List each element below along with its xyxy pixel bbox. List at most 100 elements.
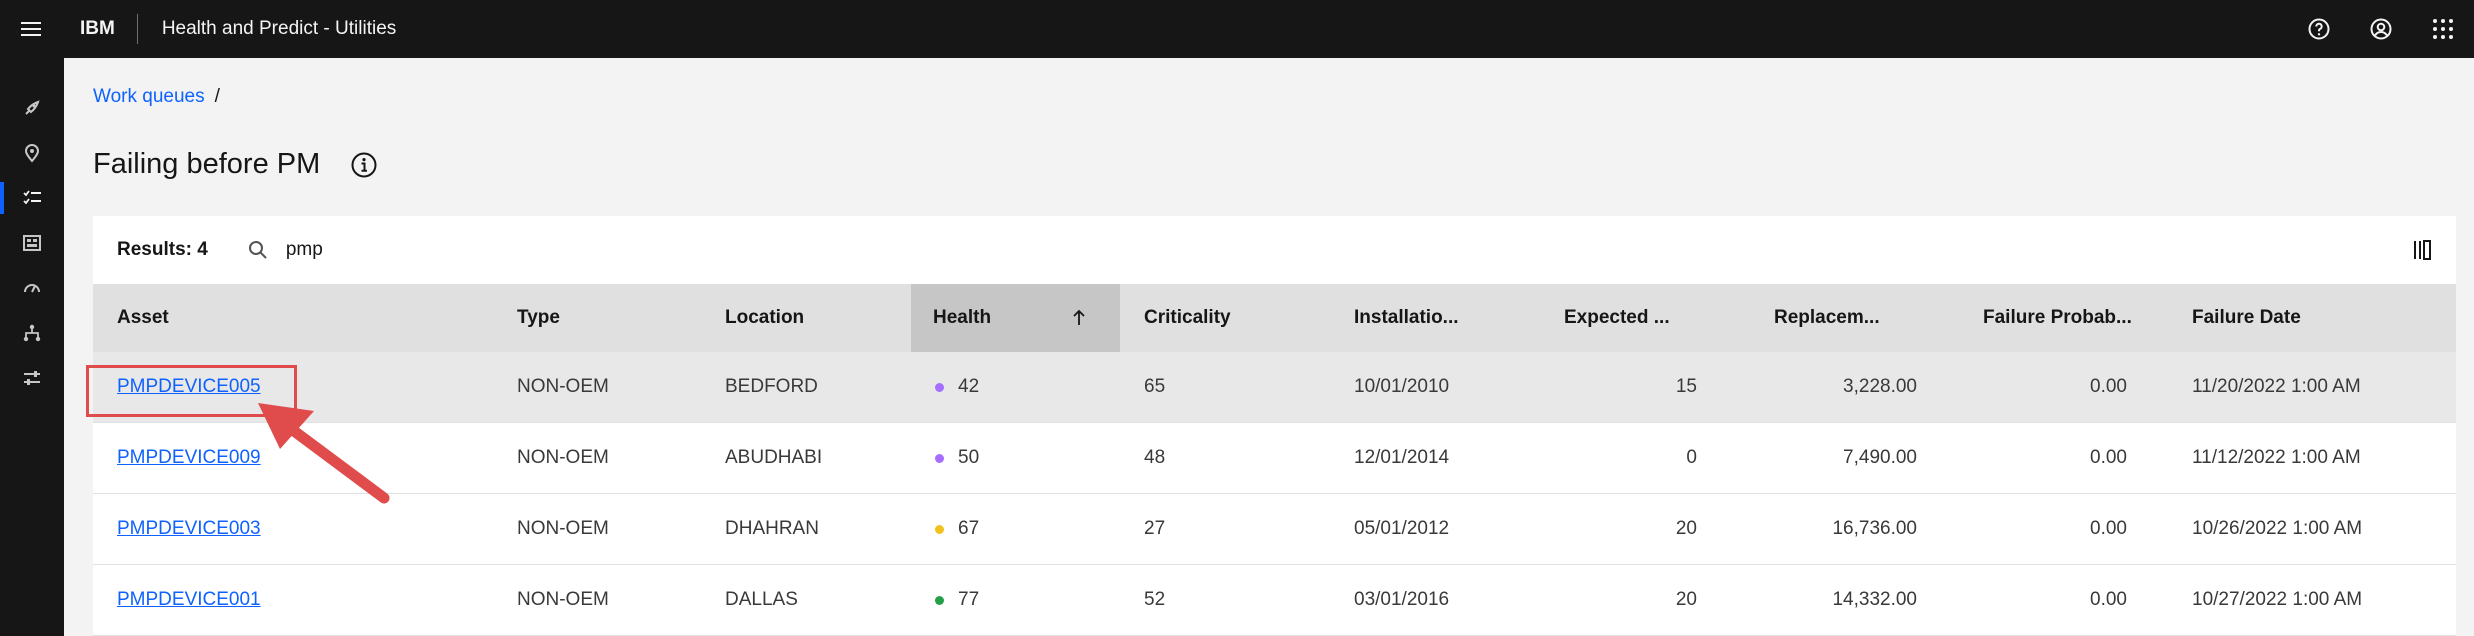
- installation-cell: 10/01/2010: [1354, 376, 1450, 397]
- brand-name[interactable]: IBM: [62, 14, 138, 44]
- health-cell: 67: [935, 494, 979, 564]
- health-cell: 42: [935, 352, 979, 422]
- health-status-dot: [935, 453, 944, 463]
- nav-item-monitoring[interactable]: [0, 268, 64, 308]
- expected-cell: 15: [1675, 376, 1697, 397]
- table-search: [248, 239, 586, 261]
- rocket-icon: [25, 100, 40, 115]
- nav-item-locations[interactable]: [0, 133, 64, 173]
- info-button[interactable]: [350, 151, 378, 179]
- health-cell: 50: [935, 423, 979, 493]
- expected-cell: 0: [1686, 447, 1697, 468]
- column-settings-button[interactable]: [2412, 238, 2432, 267]
- replacement-cell: 7,490.00: [1843, 447, 1917, 468]
- column-header-asset[interactable]: Asset: [117, 284, 169, 352]
- annotation-arrow-icon: [258, 403, 390, 504]
- asset-cell: PMPDEVICE001: [117, 565, 261, 635]
- page-title-area: Failing before PM: [93, 148, 378, 181]
- breadcrumb-separator: /: [214, 86, 220, 107]
- health-value: 67: [958, 518, 980, 539]
- criticality-cell: 65: [1144, 376, 1166, 397]
- nav-item-hierarchy[interactable]: [0, 313, 64, 353]
- nav-item-work-queues[interactable]: [0, 178, 64, 218]
- info-icon: [351, 152, 377, 177]
- asset-cell: PMPDEVICE009: [117, 423, 261, 493]
- sort-ascending-icon: [1073, 309, 1085, 325]
- installation-cell: 03/01/2016: [1354, 589, 1450, 610]
- user-avatar-icon: [2370, 18, 2392, 40]
- failure-date-cell: 10/26/2022 1:00 AM: [2192, 518, 2363, 539]
- health-value: 77: [958, 589, 980, 610]
- hierarchy-icon: [23, 324, 41, 342]
- location-cell: DALLAS: [725, 589, 798, 610]
- column-header-installation[interactable]: Installatio...: [1354, 284, 1459, 352]
- health-status-dot: [935, 382, 944, 392]
- location-cell: DHAHRAN: [725, 518, 819, 539]
- health-status-dot: [935, 595, 944, 605]
- replacement-cell: 3,228.00: [1843, 376, 1917, 397]
- table-row[interactable]: PMPDEVICE001 NON-OEM DALLAS 77 52 03/01/…: [93, 565, 2456, 636]
- nav-item-dashboard[interactable]: [0, 223, 64, 263]
- page-title: Failing before PM: [93, 148, 321, 180]
- asset-link[interactable]: PMPDEVICE001: [117, 589, 261, 611]
- failure-date-cell: 11/20/2022 1:00 AM: [2192, 376, 2361, 397]
- column-header-failure-probability[interactable]: Failure Probab...: [1983, 284, 2132, 352]
- column-header-location[interactable]: Location: [725, 284, 804, 352]
- nav-item-settings[interactable]: [0, 358, 64, 398]
- type-cell: NON-OEM: [517, 376, 609, 397]
- health-cell: 77: [935, 565, 979, 635]
- location-pin-icon: [24, 144, 40, 163]
- asset-link[interactable]: PMPDEVICE009: [117, 447, 261, 469]
- header-actions: [2288, 0, 2474, 58]
- criticality-cell: 27: [1144, 518, 1166, 539]
- results-count: Results: 4: [117, 239, 208, 260]
- installation-cell: 12/01/2014: [1354, 447, 1450, 468]
- hamburger-menu-button[interactable]: [0, 0, 62, 58]
- column-header-health[interactable]: Health: [911, 284, 1120, 352]
- table-row[interactable]: PMPDEVICE009 NON-OEM ABUDHABI 50 48 12/0…: [93, 423, 2456, 494]
- help-button[interactable]: [2288, 0, 2350, 58]
- type-cell: NON-OEM: [517, 518, 609, 539]
- user-profile-button[interactable]: [2350, 0, 2412, 58]
- top-header: IBM Health and Predict - Utilities: [0, 0, 2474, 58]
- failure-date-cell: 10/27/2022 1:00 AM: [2192, 589, 2363, 610]
- replacement-cell: 14,332.00: [1832, 589, 1917, 610]
- column-settings-icon: [2414, 240, 2431, 260]
- location-cell: BEDFORD: [725, 376, 818, 397]
- column-header-expected[interactable]: Expected ...: [1564, 284, 1670, 352]
- table-row[interactable]: PMPDEVICE003 NON-OEM DHAHRAN 67 27 05/01…: [93, 494, 2456, 565]
- type-cell: NON-OEM: [517, 589, 609, 610]
- health-value: 50: [958, 447, 980, 468]
- column-header-criticality[interactable]: Criticality: [1144, 284, 1231, 352]
- dashboard-icon: [23, 235, 41, 251]
- column-header-health-label: Health: [933, 307, 992, 328]
- health-value: 42: [958, 376, 980, 397]
- asset-cell: PMPDEVICE003: [117, 494, 261, 564]
- app-switcher-button[interactable]: [2412, 0, 2474, 58]
- column-header-type[interactable]: Type: [517, 284, 560, 352]
- expected-cell: 20: [1675, 589, 1697, 610]
- replacement-cell: 16,736.00: [1832, 518, 1917, 539]
- criticality-cell: 48: [1144, 447, 1166, 468]
- type-cell: NON-OEM: [517, 447, 609, 468]
- task-list-icon: [23, 190, 41, 205]
- breadcrumb: Work queues /: [93, 86, 220, 108]
- failure-probability-cell: 0.00: [2090, 447, 2127, 468]
- asset-link[interactable]: PMPDEVICE003: [117, 518, 261, 540]
- product-name[interactable]: Health and Predict - Utilities: [138, 18, 396, 40]
- side-nav: [0, 58, 64, 636]
- breadcrumb-work-queues-link[interactable]: Work queues: [93, 86, 205, 108]
- location-cell: ABUDHABI: [725, 447, 823, 468]
- nav-item-assets[interactable]: [0, 88, 64, 128]
- settings-adjust-icon: [24, 371, 40, 385]
- gauge-icon: [24, 284, 40, 293]
- menu-icon: [21, 22, 41, 36]
- table-header-row: Asset Type Location Health Criticality I…: [93, 284, 2456, 352]
- column-header-replacement[interactable]: Replacem...: [1774, 284, 1880, 352]
- table-toolbar: Results: 4: [93, 216, 2456, 284]
- failure-date-cell: 11/12/2022 1:00 AM: [2192, 447, 2361, 468]
- app-grid-icon: [2433, 19, 2453, 39]
- column-header-failure-date[interactable]: Failure Date: [2192, 284, 2301, 352]
- table-row[interactable]: PMPDEVICE005 NON-OEM BEDFORD 42 65 10/01…: [93, 352, 2456, 423]
- search-input[interactable]: [285, 239, 586, 261]
